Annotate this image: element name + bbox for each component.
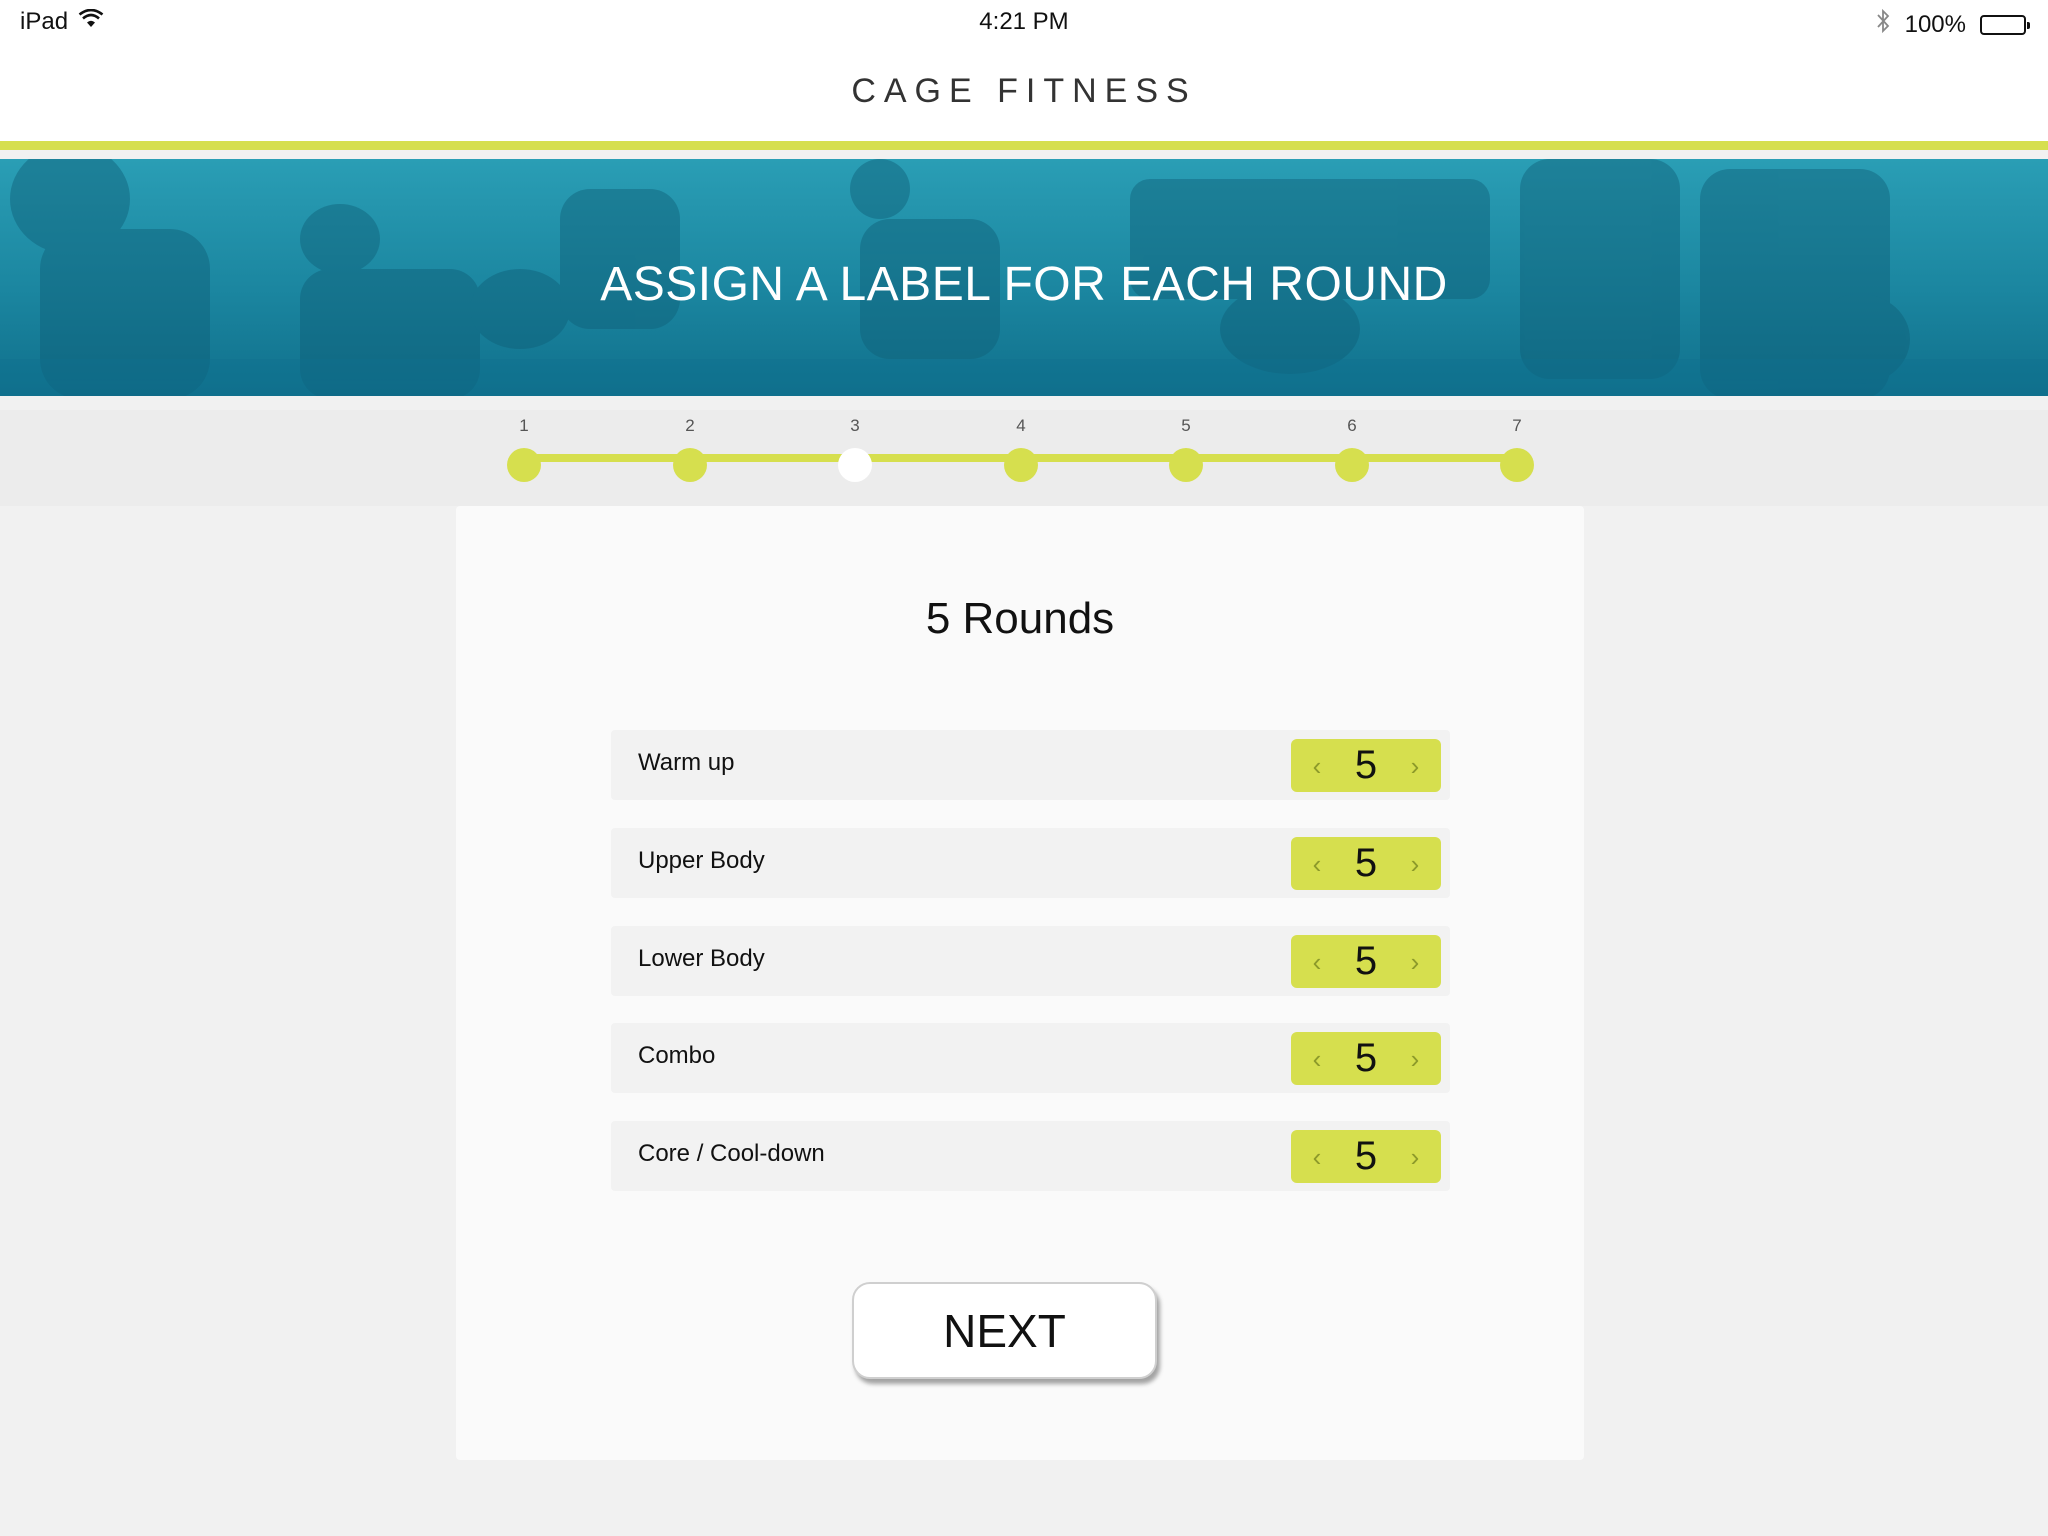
chevron-left-icon[interactable]: ‹	[1305, 1144, 1329, 1170]
step-dot-current[interactable]	[838, 448, 872, 482]
round-label: Upper Body	[638, 847, 765, 874]
step-number: 4	[1016, 416, 1026, 435]
chevron-right-icon[interactable]: ›	[1403, 851, 1427, 877]
step-dot[interactable]	[1335, 448, 1369, 482]
round-stepper[interactable]: ‹ 5 ›	[1291, 1032, 1441, 1085]
status-right: 100%	[1875, 8, 2030, 41]
step-number: 1	[519, 416, 529, 435]
round-value: 5	[1354, 1036, 1378, 1080]
chevron-right-icon[interactable]: ›	[1403, 1046, 1427, 1072]
chevron-right-icon[interactable]: ›	[1403, 1144, 1427, 1170]
step-number: 3	[850, 416, 860, 435]
chevron-right-icon[interactable]: ›	[1403, 949, 1427, 975]
round-value: 5	[1354, 841, 1378, 885]
chevron-right-icon[interactable]: ›	[1403, 753, 1427, 779]
chevron-left-icon[interactable]: ‹	[1305, 753, 1329, 779]
status-bar: iPad 4:21 PM 100%	[0, 0, 2048, 42]
round-label: Core / Cool-down	[638, 1140, 825, 1167]
round-label: Warm up	[638, 749, 735, 776]
banner-title: ASSIGN A LABEL FOR EACH ROUND	[600, 258, 1448, 311]
step-number: 2	[685, 416, 695, 435]
round-row: Upper Body ‹ 5 ›	[611, 828, 1450, 898]
hero-banner: ASSIGN A LABEL FOR EACH ROUND	[0, 159, 2048, 396]
step-number: 5	[1181, 416, 1191, 435]
status-time: 4:21 PM	[979, 8, 1069, 35]
round-stepper[interactable]: ‹ 5 ›	[1291, 1130, 1441, 1183]
chevron-left-icon[interactable]: ‹	[1305, 851, 1329, 877]
round-stepper[interactable]: ‹ 5 ›	[1291, 935, 1441, 988]
round-row: Warm up ‹ 5 ›	[611, 730, 1450, 800]
step-dot[interactable]	[507, 448, 541, 482]
round-row: Combo ‹ 5 ›	[611, 1023, 1450, 1093]
app-header: CAGE FITNESS	[0, 42, 2048, 150]
step-number: 7	[1512, 416, 1522, 435]
next-button[interactable]: NEXT	[852, 1282, 1157, 1379]
battery-percent: 100%	[1904, 10, 1966, 38]
round-row: Lower Body ‹ 5 ›	[611, 926, 1450, 996]
round-value: 5	[1354, 939, 1378, 983]
step-dot[interactable]	[1500, 448, 1534, 482]
app-title: CAGE FITNESS	[851, 72, 1197, 110]
round-value: 5	[1354, 743, 1378, 787]
step-number: 6	[1347, 416, 1357, 435]
bluetooth-icon	[1875, 8, 1891, 41]
round-stepper[interactable]: ‹ 5 ›	[1291, 837, 1441, 890]
card-title: 5 Rounds	[925, 594, 1115, 643]
battery-icon	[1980, 14, 2030, 35]
round-label: Combo	[638, 1042, 716, 1069]
step-dot[interactable]	[1169, 448, 1203, 482]
round-label: Lower Body	[638, 945, 765, 972]
chevron-left-icon[interactable]: ‹	[1305, 1046, 1329, 1072]
round-stepper[interactable]: ‹ 5 ›	[1291, 739, 1441, 792]
rounds-card: 5 Rounds Warm up ‹ 5 › Upper Body ‹ 5 › …	[456, 506, 1584, 1460]
round-value: 5	[1354, 1134, 1378, 1178]
chevron-left-icon[interactable]: ‹	[1305, 949, 1329, 975]
step-dot[interactable]	[673, 448, 707, 482]
round-row: Core / Cool-down ‹ 5 ›	[611, 1121, 1450, 1191]
step-dot[interactable]	[1004, 448, 1038, 482]
